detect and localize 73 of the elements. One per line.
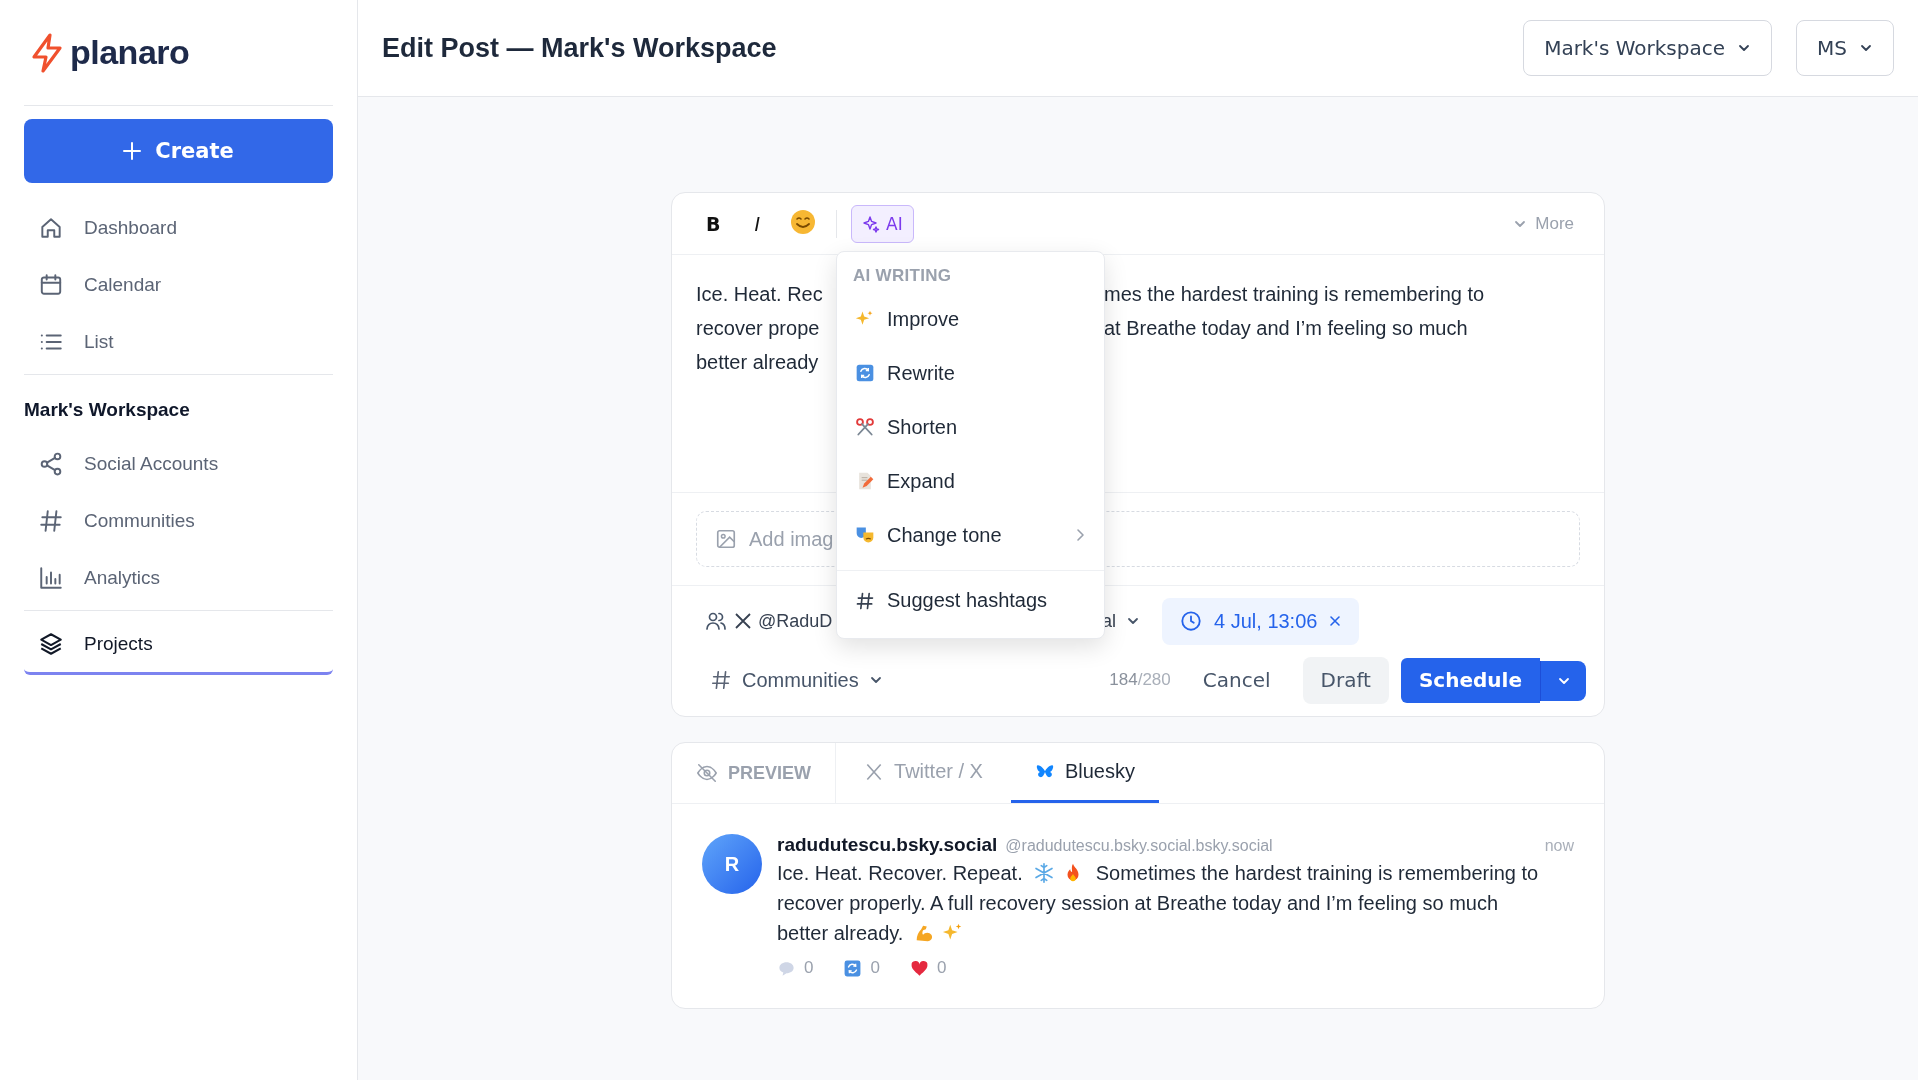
create-button[interactable]: Create	[24, 119, 333, 183]
communities-dropdown[interactable]: Communities	[704, 667, 889, 693]
stat-count: 0	[870, 958, 880, 978]
brand-name: planaro	[70, 33, 190, 72]
editor-text: mes the hardest training is remembering to	[1104, 282, 1486, 307]
page-title: Edit Post — Mark's Workspace	[382, 32, 778, 64]
share-icon	[38, 450, 64, 477]
bold-button[interactable]: B	[696, 208, 731, 239]
ai-button[interactable]: AI	[851, 204, 914, 243]
hash-icon	[855, 590, 875, 611]
sidebar-item[interactable]: Social Accounts	[24, 435, 333, 492]
sidebar-item[interactable]: Analytics	[24, 549, 333, 606]
schedule-time-chip[interactable]: 4 Jul, 13:06	[1162, 597, 1360, 645]
character-limit: /280	[1137, 670, 1171, 690]
layers-icon	[38, 630, 64, 657]
repost-icon	[843, 958, 863, 978]
x-logo-icon	[734, 612, 752, 630]
post-time: now	[1544, 837, 1574, 855]
chevron-right-icon	[1074, 528, 1086, 542]
editor-text: at Breathe today and I’m feeling so much	[1104, 316, 1469, 341]
avatar: R	[702, 834, 762, 894]
preview-tab[interactable]: Bluesky	[1010, 743, 1159, 803]
sidebar-item[interactable]: List	[24, 313, 333, 370]
post-text: recover properly. A full recovery session at Breathe today and I’m feeling so much	[777, 891, 1499, 916]
menu-heading: AI WRITING	[852, 265, 953, 287]
plus-icon	[123, 142, 142, 160]
author-name: radudutescu.bsky.social	[777, 834, 998, 856]
menu-item[interactable]: Shorten	[837, 400, 1104, 454]
preview-label: PREVIEW	[728, 762, 811, 784]
menu-item[interactable]: Rewrite	[837, 346, 1104, 400]
author-handle: @radudutescu.bsky.social.bsky.social	[1005, 837, 1273, 855]
user-menu-dropdown[interactable]: MS	[1796, 20, 1894, 76]
section-title: Mark's Workspace	[24, 398, 191, 422]
image-icon	[715, 528, 737, 550]
hash-icon	[710, 669, 732, 691]
stat-count: 0	[936, 958, 947, 978]
menu-item[interactable]: Change tone	[837, 508, 1104, 562]
hash-icon	[38, 507, 64, 534]
x-logo-icon	[864, 761, 884, 782]
italic-button[interactable]: I	[744, 208, 771, 239]
smiley-icon	[790, 208, 817, 235]
workspace-dropdown[interactable]: Mark's Workspace	[1523, 20, 1773, 76]
post-text: better already.	[777, 921, 904, 946]
character-count: 184	[1109, 670, 1138, 690]
heart-icon	[909, 958, 929, 978]
clock-icon	[1180, 610, 1202, 632]
bar-chart-icon	[38, 564, 64, 591]
sidebar-item[interactable]: Dashboard	[24, 199, 333, 256]
sparkle-icon	[862, 214, 881, 233]
cancel-button[interactable]: Cancel	[1182, 668, 1291, 692]
scissors-icon	[855, 417, 875, 437]
refresh-icon	[855, 363, 875, 383]
account-handle: @RaduD	[758, 610, 830, 632]
schedule-button[interactable]: Schedule	[1400, 657, 1540, 703]
draft-button[interactable]: Draft	[1302, 656, 1389, 704]
eye-off-icon	[696, 762, 718, 784]
theater-masks-icon	[855, 525, 875, 545]
menu-item[interactable]: Suggest hashtags	[837, 570, 1104, 630]
close-icon	[1329, 615, 1342, 627]
snowflake-icon	[1032, 862, 1055, 884]
schedule-options-button[interactable]	[1540, 660, 1586, 701]
sidebar-item[interactable]: Communities	[24, 492, 333, 549]
post-text: Sometimes the hardest training is remembering to	[1095, 861, 1539, 886]
editor-text: better already	[696, 350, 820, 375]
lightning-bolt-icon	[30, 32, 64, 73]
menu-item[interactable]: Improve	[837, 292, 1104, 346]
editor-text: Ice. Heat. Rec	[696, 282, 824, 307]
calendar-icon	[38, 271, 64, 298]
post-text: Ice. Heat. Recover. Repeat.	[777, 861, 1023, 886]
sidebar-item[interactable]: Calendar	[24, 256, 333, 313]
editor-text: recover prope	[696, 316, 821, 341]
stat-count: 0	[804, 958, 814, 978]
sidebar-item[interactable]: Projects	[24, 615, 333, 675]
